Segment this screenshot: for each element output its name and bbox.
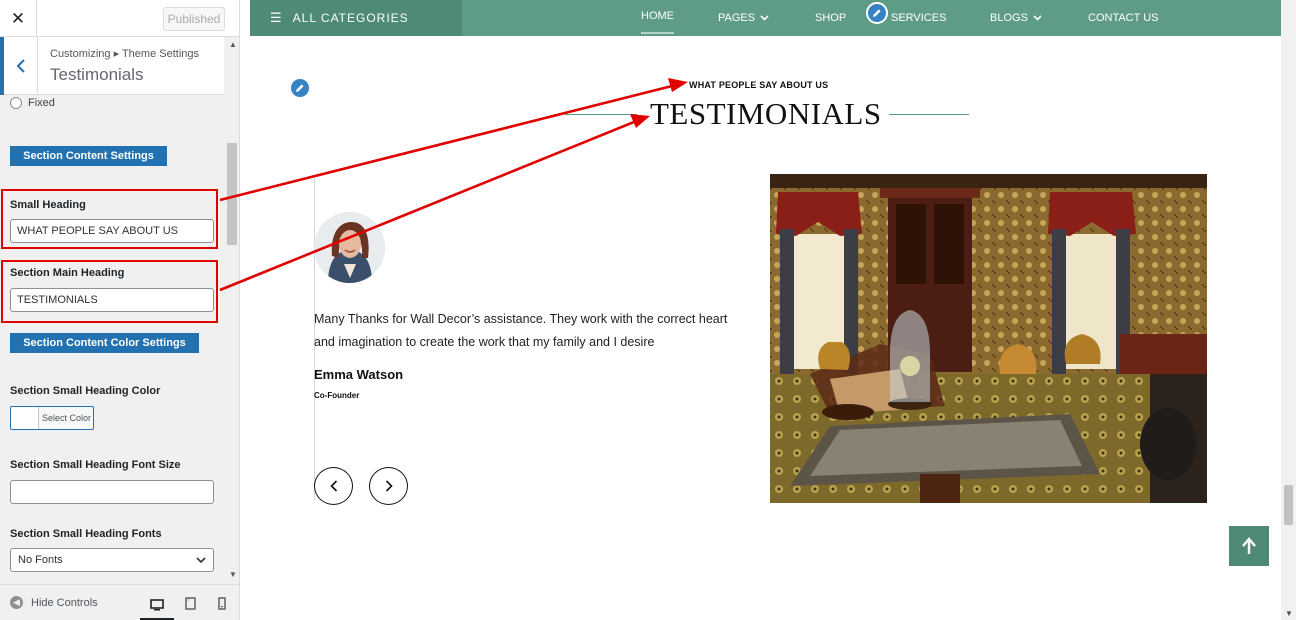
nav-blogs-label: BLOGS — [990, 12, 1028, 24]
radio-fixed-label: Fixed — [28, 97, 55, 109]
small-heading-fonts-label: Section Small Heading Fonts — [10, 528, 162, 540]
preview-scrollbar[interactable]: ▼ — [1281, 0, 1296, 620]
hide-controls-button[interactable]: ◀ Hide Controls — [10, 596, 98, 609]
edit-shortcut-testimonials[interactable] — [289, 77, 311, 99]
scrollbar-thumb[interactable] — [227, 143, 237, 245]
nav-home[interactable]: HOME — [641, 0, 674, 34]
arrow-up-icon — [1242, 537, 1256, 554]
select-color-label: Select Color — [42, 413, 92, 423]
desktop-icon — [150, 598, 164, 610]
hide-controls-label: Hide Controls — [31, 596, 98, 609]
chevron-down-icon — [1033, 15, 1042, 21]
small-heading-label: Small Heading — [10, 199, 86, 211]
section-content-settings-button[interactable]: Section Content Settings — [10, 146, 167, 166]
color-swatch — [11, 407, 39, 429]
close-customizer-button[interactable]: ✕ — [0, 0, 37, 37]
prev-testimonial-button[interactable] — [314, 467, 353, 505]
nav-shop[interactable]: SHOP — [815, 0, 846, 36]
nav-home-label: HOME — [641, 10, 674, 22]
next-testimonial-button[interactable] — [369, 467, 408, 505]
desktop-preview-button[interactable] — [140, 591, 174, 620]
tablet-icon — [184, 596, 196, 610]
menu-icon: ☰ — [270, 10, 283, 25]
section-title: Testimonials — [50, 65, 144, 84]
small-heading-font-size-label: Section Small Heading Font Size — [10, 459, 181, 471]
small-heading-color-label: Section Small Heading Color — [10, 385, 161, 397]
main-navigation: ☰ ALL CATEGORIES HOME PAGES SHOP SERVICE… — [250, 0, 1281, 36]
scroll-down-icon[interactable]: ▼ — [1285, 609, 1293, 618]
published-button[interactable]: Published — [163, 7, 225, 31]
nav-services[interactable]: SERVICES — [891, 0, 946, 36]
scroll-down-icon[interactable]: ▼ — [229, 570, 237, 579]
nav-contact-label: CONTACT US — [1088, 12, 1159, 24]
avatar — [314, 212, 385, 283]
small-heading-fonts-select[interactable]: No Fonts — [10, 548, 214, 572]
small-heading-input[interactable]: WHAT PEOPLE SAY ABOUT US — [10, 219, 214, 243]
small-heading-font-size-input[interactable] — [10, 480, 214, 504]
nav-shop-label: SHOP — [815, 12, 847, 24]
chevron-down-icon — [196, 556, 206, 563]
site-preview: ☰ ALL CATEGORIES HOME PAGES SHOP SERVICE… — [240, 0, 1281, 620]
testimonial-quote: Many Thanks for Wall Decor’s assistance.… — [314, 312, 728, 349]
testimonials-small-heading: WHAT PEOPLE SAY ABOUT US — [689, 80, 829, 90]
radio-fixed[interactable]: Fixed — [10, 97, 55, 109]
testimonial-role: Co-Founder — [314, 391, 360, 400]
tablet-preview-button[interactable] — [182, 594, 198, 612]
mobile-icon — [218, 596, 226, 610]
pencil-icon — [873, 9, 881, 17]
scroll-up-icon[interactable]: ▲ — [229, 40, 237, 49]
testimonials-main-heading: TESTIMONIALS — [650, 96, 882, 131]
heading-line-right — [889, 114, 969, 115]
customizer-header-bar: ✕ Published — [0, 0, 239, 37]
all-categories-button[interactable]: ☰ ALL CATEGORIES — [250, 0, 462, 36]
mobile-preview-button[interactable] — [214, 594, 230, 612]
chevron-left-icon — [16, 59, 25, 73]
nav-pages[interactable]: PAGES — [718, 0, 769, 36]
back-to-top-button[interactable] — [1229, 526, 1269, 566]
avatar-photo — [314, 212, 385, 283]
preview-scrollbar-thumb[interactable] — [1284, 485, 1293, 525]
pencil-icon — [296, 84, 304, 92]
nav-blogs[interactable]: BLOGS — [990, 0, 1042, 36]
select-color-button[interactable]: Select Color — [10, 406, 94, 430]
main-heading-label: Section Main Heading — [10, 267, 125, 279]
section-header: Customizing ▸ Theme Settings Testimonial… — [0, 37, 224, 95]
fonts-select-value: No Fonts — [18, 554, 63, 566]
breadcrumb: Customizing ▸ Theme Settings — [50, 48, 199, 60]
nav-pages-label: PAGES — [718, 12, 756, 24]
customizer-footer: ◀ Hide Controls — [0, 584, 239, 620]
nav-contact[interactable]: CONTACT US — [1088, 0, 1159, 36]
main-heading-input[interactable]: TESTIMONIALS — [10, 288, 214, 312]
chevron-left-icon — [329, 480, 337, 492]
edit-shortcut-nav[interactable] — [866, 2, 888, 24]
customizer-sidebar: ✕ Published Customizing ▸ Theme Settings… — [0, 0, 240, 620]
interior-photo-drawing — [770, 174, 1207, 503]
all-categories-label: ALL CATEGORIES — [292, 11, 409, 25]
sidebar-scrollbar[interactable]: ▲ ▼ — [226, 37, 239, 582]
chevron-right-icon — [385, 480, 393, 492]
section-content-color-settings-button[interactable]: Section Content Color Settings — [10, 333, 199, 353]
radio-circle[interactable] — [10, 97, 22, 109]
back-button[interactable] — [0, 37, 38, 95]
chevron-down-icon — [760, 15, 769, 21]
nav-services-label: SERVICES — [891, 12, 947, 24]
interior-photo — [770, 174, 1207, 503]
collapse-arrow-icon: ◀ — [10, 596, 23, 609]
heading-line-left — [565, 114, 637, 115]
testimonial-name: Emma Watson — [314, 367, 404, 382]
